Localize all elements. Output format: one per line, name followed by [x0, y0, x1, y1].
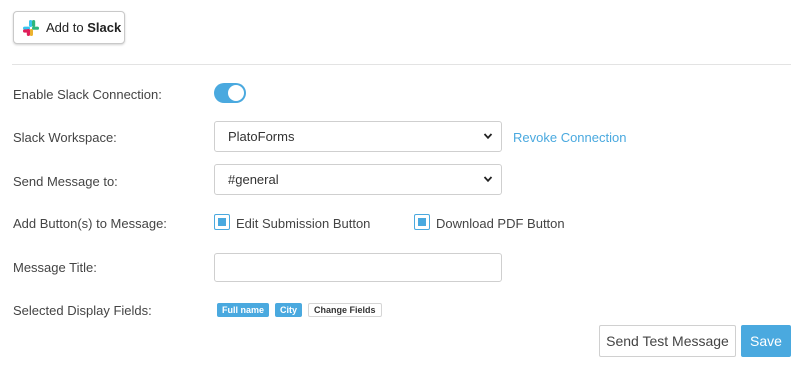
- change-fields-button[interactable]: Change Fields: [308, 303, 382, 317]
- channel-select[interactable]: #general: [214, 164, 502, 195]
- message-title-label: Message Title:: [13, 260, 97, 275]
- slack-logo-icon: [23, 19, 39, 36]
- message-title-input[interactable]: [214, 253, 502, 282]
- download-pdf-checkbox[interactable]: [414, 214, 430, 230]
- chevron-down-icon: [483, 176, 493, 183]
- send-test-message-button[interactable]: Send Test Message: [599, 325, 736, 357]
- add-buttons-label: Add Button(s) to Message:: [13, 216, 167, 231]
- slack-brand-label: Slack: [87, 20, 122, 35]
- chevron-down-icon: [483, 133, 493, 140]
- checkbox-mark: [418, 218, 426, 226]
- enable-slack-label: Enable Slack Connection:: [13, 87, 162, 102]
- toggle-knob: [228, 85, 244, 101]
- add-to-label: Add to: [46, 20, 84, 35]
- workspace-selected-value: PlatoForms: [228, 129, 295, 144]
- revoke-connection-link[interactable]: Revoke Connection: [513, 130, 626, 145]
- add-to-slack-button[interactable]: Add to Slack: [13, 11, 125, 44]
- workspace-label: Slack Workspace:: [13, 130, 117, 145]
- checkbox-mark: [218, 218, 226, 226]
- edit-submission-checkbox[interactable]: [214, 214, 230, 230]
- display-fields-label: Selected Display Fields:: [13, 303, 152, 318]
- section-divider: [12, 64, 791, 65]
- enable-slack-toggle[interactable]: [214, 83, 246, 103]
- channel-selected-value: #general: [228, 172, 279, 187]
- workspace-select[interactable]: PlatoForms: [214, 121, 502, 152]
- download-pdf-label: Download PDF Button: [436, 216, 565, 231]
- field-tag-full-name: Full name: [217, 303, 270, 317]
- send-to-label: Send Message to:: [13, 174, 118, 189]
- field-tag-city: City: [275, 303, 303, 317]
- save-button[interactable]: Save: [741, 325, 791, 357]
- edit-submission-label: Edit Submission Button: [236, 216, 371, 231]
